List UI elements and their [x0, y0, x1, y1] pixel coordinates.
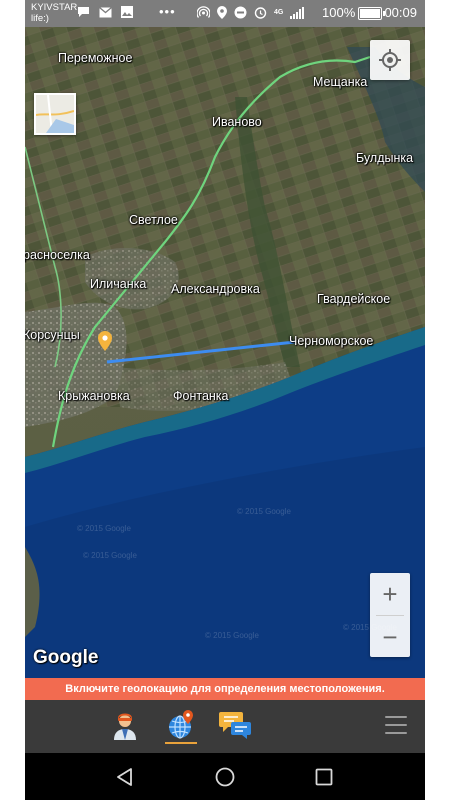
battery-icon — [358, 7, 385, 20]
map-layer-thumbnail[interactable] — [34, 93, 76, 135]
place-label: Крыжановка — [58, 389, 130, 403]
globe-marker-icon — [169, 710, 193, 739]
place-label: Черноморское — [289, 334, 374, 348]
satellite-map[interactable]: Переможное Мещанка Иваново Булдынка Свет… — [25, 27, 425, 678]
do-not-disturb-icon — [234, 6, 247, 19]
phone-screen: KYIVSTAR life:) ••• 4G 100% 00:09 Перемо… — [25, 0, 425, 800]
active-tab-indicator — [165, 742, 197, 744]
place-label: Фонтанка — [173, 389, 229, 403]
map-watermark: © 2015 Google — [83, 551, 137, 560]
map-watermark: © 2015 Google — [237, 507, 291, 516]
profile-tab[interactable] — [109, 709, 141, 741]
signal-strength-icon — [290, 6, 305, 19]
menu-line — [385, 724, 407, 726]
status-bar: KYIVSTAR life:) ••• 4G 100% 00:09 — [25, 0, 425, 27]
place-label: Гвардейское — [317, 292, 391, 306]
chat-tab[interactable] — [219, 709, 251, 741]
system-nav-bar — [25, 753, 425, 800]
notification-icons — [77, 6, 133, 18]
place-label: Мещанка — [313, 75, 368, 89]
carrier-name: KYIVSTAR — [31, 2, 78, 13]
network-type-label: 4G — [274, 9, 284, 16]
menu-line — [385, 732, 407, 734]
chat-bubbles-icon — [219, 712, 251, 739]
status-time: 00:09 — [384, 5, 417, 20]
battery-percent: 100% — [322, 5, 356, 20]
place-label: Иваново — [212, 115, 262, 129]
alarm-icon — [254, 7, 267, 19]
system-status-icons: 4G — [197, 6, 305, 19]
layer-preview-icon — [35, 94, 75, 134]
more-notifications-indicator: ••• — [159, 4, 176, 19]
my-location-button[interactable] — [370, 40, 410, 80]
home-circle-icon — [215, 767, 235, 787]
location-marker-icon[interactable] — [98, 331, 112, 351]
geolocation-banner[interactable]: Включите геолокацию для определения мест… — [25, 678, 425, 700]
recents-square-icon — [315, 768, 333, 786]
battery-fill — [360, 9, 381, 18]
map-tab[interactable] — [165, 709, 197, 741]
chat-notification-icon — [78, 7, 89, 17]
mail-notification-icon — [99, 6, 112, 17]
place-label: Переможное — [58, 51, 133, 65]
map-watermark: © 2015 Google — [205, 631, 259, 640]
recents-button[interactable] — [312, 765, 336, 789]
zoom-out-button[interactable]: − — [370, 616, 410, 658]
place-label: Иличанка — [90, 277, 147, 291]
place-label: Светлое — [129, 213, 178, 227]
back-button[interactable] — [113, 765, 137, 789]
home-button[interactable] — [213, 765, 237, 789]
zoom-controls: + − — [370, 573, 410, 657]
hotspot-icon — [197, 6, 210, 18]
place-label: Александровка — [171, 282, 260, 296]
carrier-secondary: life:) — [31, 13, 49, 24]
app-bottom-nav — [25, 700, 425, 753]
menu-line — [385, 716, 407, 718]
geolocation-banner-text: Включите геолокацию для определения мест… — [65, 683, 385, 695]
back-triangle-icon — [117, 768, 132, 786]
image-notification-icon — [121, 6, 133, 18]
crosshair-icon — [379, 49, 401, 71]
map-watermark: © 2015 Google — [77, 524, 131, 533]
person-icon — [114, 713, 136, 740]
place-label: расноселка — [25, 248, 90, 262]
location-icon — [217, 6, 227, 19]
carrier-label: KYIVSTAR life:) — [31, 2, 77, 24]
place-label: Булдынка — [356, 151, 414, 165]
google-logo: Google — [33, 647, 99, 668]
zoom-in-button[interactable]: + — [370, 573, 410, 615]
hamburger-menu-icon[interactable] — [385, 716, 407, 734]
place-label: Корсунцы — [25, 328, 80, 342]
